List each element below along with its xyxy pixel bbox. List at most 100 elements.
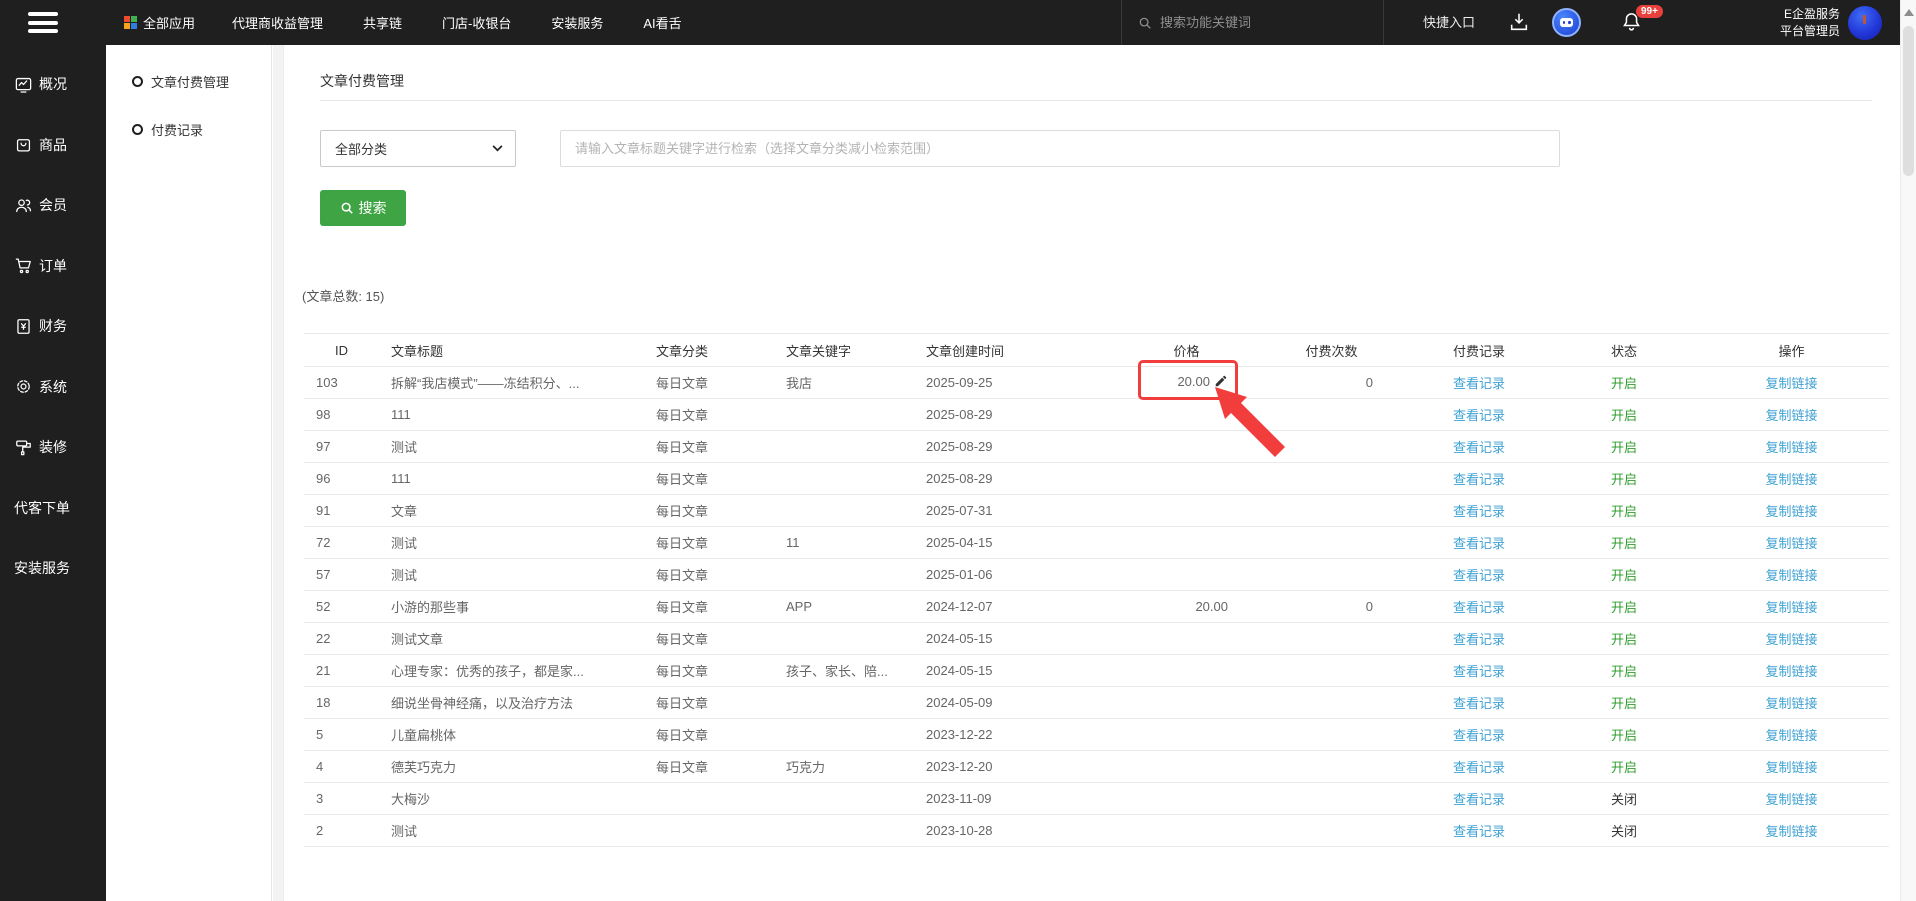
table-row: 98111每日文章2025-08-29查看记录开启复制链接 [304,399,1889,431]
cell-status: 开启 [1554,655,1694,687]
sidebar-item-overview[interactable]: 概况 [0,54,106,115]
view-records-link[interactable]: 查看记录 [1453,664,1505,679]
overview-icon [13,74,34,95]
copy-link[interactable]: 复制链接 [1765,600,1817,615]
copy-link[interactable]: 复制链接 [1765,632,1817,647]
status-badge: 开启 [1611,472,1637,487]
sidebar-item-proxy-order[interactable]: 代客下单 [0,478,106,539]
cell-status: 开启 [1554,623,1694,655]
copy-link[interactable]: 复制链接 [1765,472,1817,487]
navbar-search[interactable] [1121,0,1384,45]
search-button[interactable]: 搜索 [320,190,406,226]
copy-link[interactable]: 复制链接 [1765,504,1817,519]
scroll-up-arrow-icon[interactable] [1904,9,1914,16]
cell-record: 查看记录 [1404,719,1554,751]
cell-action: 复制链接 [1694,655,1889,687]
cell-price [1114,495,1259,527]
view-records-link[interactable]: 查看记录 [1453,472,1505,487]
copy-link[interactable]: 复制链接 [1765,696,1817,711]
cell-action: 复制链接 [1694,719,1889,751]
table-row: 18细说坐骨神经痛，以及治疗方法每日文章2024-05-09查看记录开启复制链接 [304,687,1889,719]
cell-category: 每日文章 [644,399,774,431]
sidebar-item-orders[interactable]: 订单 [0,236,106,297]
view-records-link[interactable]: 查看记录 [1453,824,1505,839]
view-records-link[interactable]: 查看记录 [1453,568,1505,583]
navbar-search-input[interactable] [1160,15,1360,30]
topnav-item[interactable]: 共享链 [363,13,402,32]
sidebar-item-members[interactable]: 会员 [0,175,106,236]
copy-link[interactable]: 复制链接 [1765,376,1817,391]
sidebar-item-label: 商品 [39,135,67,155]
view-records-link[interactable]: 查看记录 [1453,408,1505,423]
topnav-item[interactable]: 门店-收银台 [442,13,511,32]
view-records-link[interactable]: 查看记录 [1453,440,1505,455]
panel-divider [273,45,284,901]
radio-circle-icon [132,76,143,87]
cell-title: 测试 [379,431,644,463]
topnav-item[interactable]: 代理商收益管理 [232,13,323,32]
cell-pay-count [1259,431,1404,463]
copy-link[interactable]: 复制链接 [1765,536,1817,551]
hamburger-menu-icon[interactable] [28,12,60,33]
keyword-search-input[interactable] [560,130,1560,167]
cell-status: 开启 [1554,687,1694,719]
sidebar-item-goods[interactable]: 商品 [0,115,106,176]
view-records-link[interactable]: 查看记录 [1453,760,1505,775]
view-records-link[interactable]: 查看记录 [1453,728,1505,743]
topnav-item[interactable]: 安装服务 [551,13,603,32]
cell-price [1114,463,1259,495]
cell-action: 复制链接 [1694,591,1889,623]
topnav-menu: 代理商收益管理 共享链 门店-收银台 安装服务 AI看舌 [232,0,682,45]
copy-link[interactable]: 复制链接 [1765,408,1817,423]
cell-action: 复制链接 [1694,527,1889,559]
submenu-item[interactable]: 付费记录 [106,105,271,153]
cell-pay-count [1259,687,1404,719]
copy-link[interactable]: 复制链接 [1765,824,1817,839]
cell-record: 查看记录 [1404,527,1554,559]
cell-keyword [774,719,914,751]
copy-link[interactable]: 复制链接 [1765,728,1817,743]
cell-keyword: APP [774,591,914,623]
view-records-link[interactable]: 查看记录 [1453,536,1505,551]
avatar[interactable] [1848,6,1882,40]
view-records-link[interactable]: 查看记录 [1453,632,1505,647]
sidebar-item-finance[interactable]: 财务 [0,296,106,357]
quick-entry-link[interactable]: 快捷入口 [1423,0,1475,45]
submenu-item[interactable]: 文章付费管理 [106,57,271,105]
sidebar-item-system[interactable]: 系统 [0,357,106,418]
cell-record: 查看记录 [1404,559,1554,591]
cell-id: 21 [304,655,379,687]
page-scrollbar[interactable] [1900,0,1916,901]
ai-assistant-icon[interactable] [1552,8,1581,37]
copy-link[interactable]: 复制链接 [1765,792,1817,807]
all-apps-button[interactable]: 全部应用 [124,0,195,45]
copy-link[interactable]: 复制链接 [1765,664,1817,679]
download-icon[interactable] [1508,11,1532,35]
sidebar-item-decorate[interactable]: 装修 [0,417,106,478]
cell-title: 测试 [379,559,644,591]
cell-pay-count [1259,623,1404,655]
category-select[interactable]: 全部分类 [320,130,516,167]
view-records-link[interactable]: 查看记录 [1453,376,1505,391]
cell-keyword [774,623,914,655]
cell-price: 20.00 [1114,367,1259,399]
view-records-link[interactable]: 查看记录 [1453,792,1505,807]
account-info[interactable]: E企盈服务 平台管理员 [1720,6,1840,39]
apps-grid-icon [124,16,137,29]
main-content: 文章付费管理 全部分类 搜索 (文章总数: 15) ID文章标题文章分类文章关键… [284,45,1900,901]
edit-price-icon[interactable] [1214,374,1228,391]
cell-status: 开启 [1554,431,1694,463]
sidebar-item-install-service[interactable]: 安装服务 [0,538,106,599]
copy-link[interactable]: 复制链接 [1765,568,1817,583]
cell-category: 每日文章 [644,623,774,655]
view-records-link[interactable]: 查看记录 [1453,504,1505,519]
cell-record: 查看记录 [1404,463,1554,495]
topnav-item[interactable]: AI看舌 [643,13,681,32]
scrollbar-thumb[interactable] [1903,26,1914,176]
copy-link[interactable]: 复制链接 [1765,760,1817,775]
view-records-link[interactable]: 查看记录 [1453,600,1505,615]
view-records-link[interactable]: 查看记录 [1453,696,1505,711]
copy-link[interactable]: 复制链接 [1765,440,1817,455]
cell-status: 关闭 [1554,815,1694,847]
cell-created: 2025-08-29 [914,431,1114,463]
